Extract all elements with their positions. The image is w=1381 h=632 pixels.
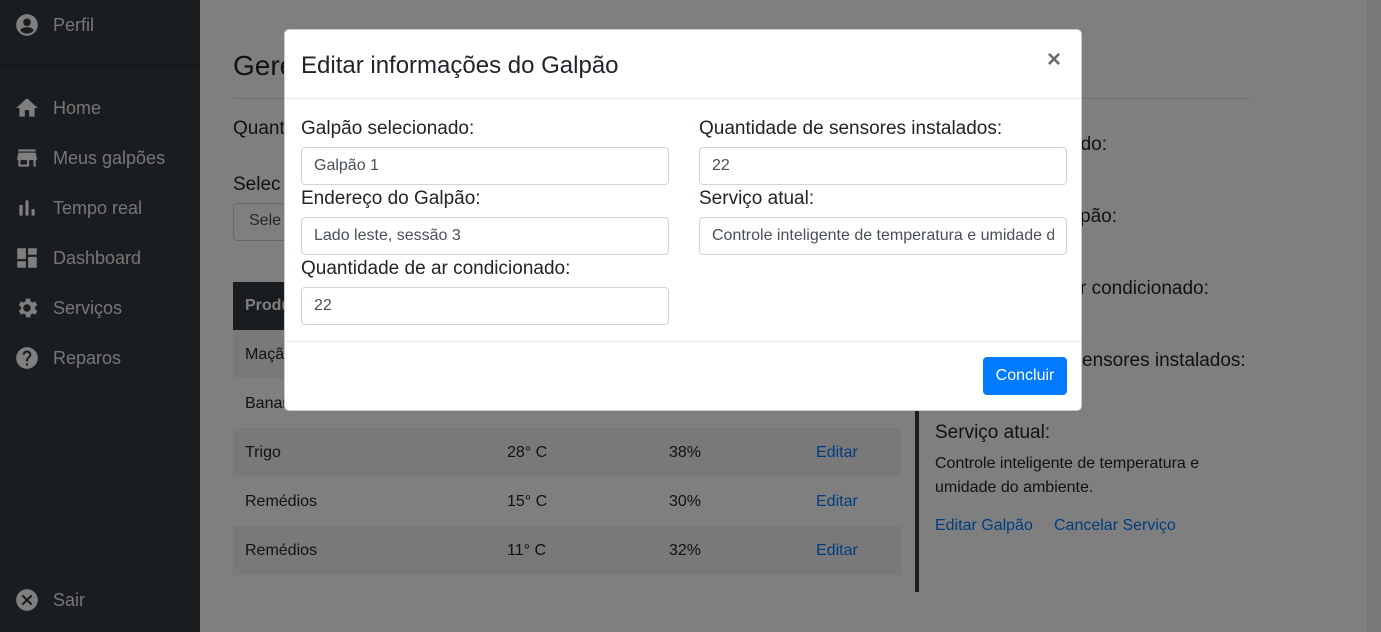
modal-header: Editar informações do Galpão × <box>285 30 1081 99</box>
edit-warehouse-modal: Editar informações do Galpão × Galpão se… <box>284 29 1082 411</box>
sensors-quantity-label: Quantidade de sensores instalados: <box>699 118 1003 139</box>
sensors-quantity-input[interactable] <box>699 147 1067 185</box>
close-icon[interactable]: × <box>1047 48 1061 72</box>
current-service-input[interactable] <box>699 217 1067 255</box>
address-input[interactable] <box>301 217 669 255</box>
modal-footer-divider <box>285 341 1081 342</box>
modal-title: Editar informações do Galpão <box>301 52 619 79</box>
selected-warehouse-label: Galpão selecionado: <box>301 118 475 139</box>
concluir-button[interactable]: Concluir <box>983 357 1067 395</box>
ac-quantity-input[interactable] <box>301 287 669 325</box>
address-label: Endereço do Galpão: <box>301 188 481 209</box>
selected-warehouse-input[interactable] <box>301 147 669 185</box>
current-service-label: Serviço atual: <box>699 188 815 209</box>
ac-quantity-label: Quantidade de ar condicionado: <box>301 258 571 279</box>
